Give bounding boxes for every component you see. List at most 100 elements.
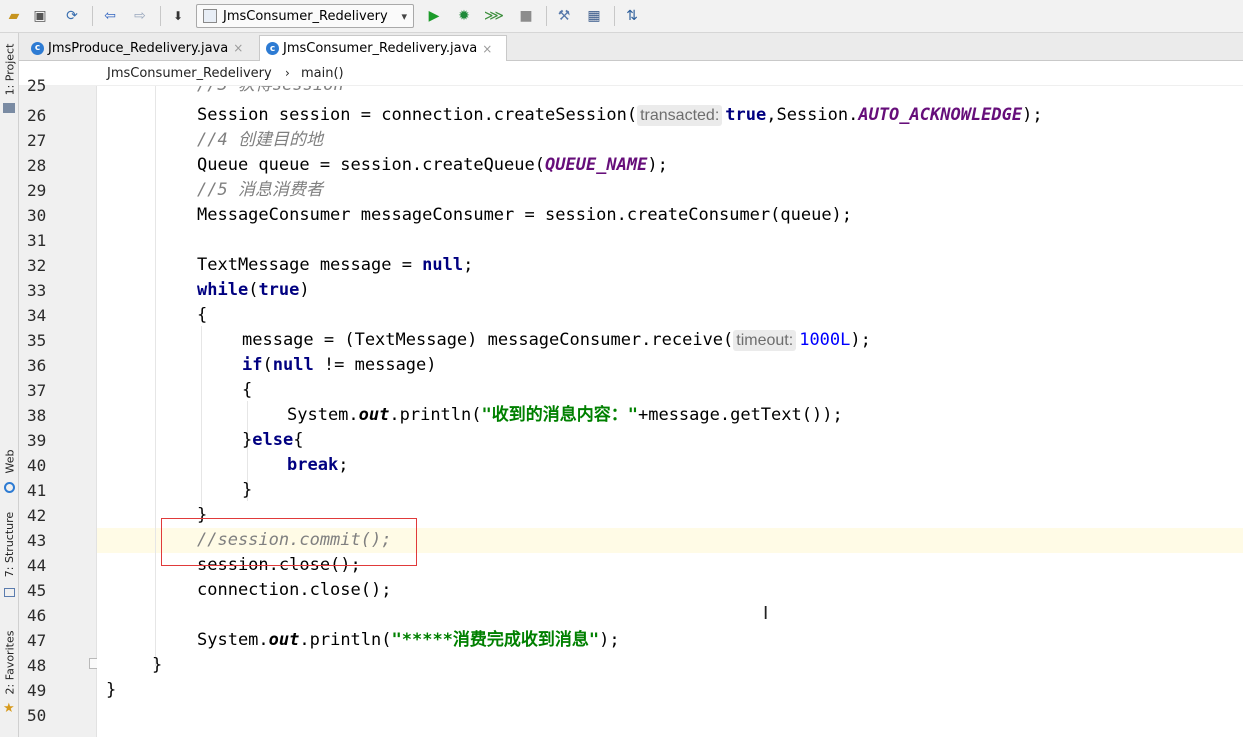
- project-tool-label: 1: Project: [3, 43, 16, 95]
- code-text: {: [242, 380, 253, 400]
- code-editor[interactable]: //3 获得session Session session = connecti…: [97, 86, 1243, 737]
- close-icon[interactable]: ×: [233, 41, 243, 55]
- close-icon[interactable]: ×: [482, 42, 492, 56]
- sync-icon[interactable]: ⟳: [62, 6, 82, 26]
- line-number: 42: [27, 506, 47, 525]
- indent-guide: [201, 326, 202, 506]
- code-text: .println(: [299, 630, 392, 650]
- code-text: message = (TextMessage) messageConsumer.…: [242, 330, 734, 350]
- sdk-icon[interactable]: ▦: [584, 6, 604, 26]
- code-text: .println(: [389, 405, 482, 425]
- line-number: 40: [27, 456, 47, 475]
- code-keyword: if: [242, 355, 263, 375]
- tab-label: JmsConsumer_Redelivery.java: [283, 41, 478, 56]
- line-number: 44: [27, 556, 47, 575]
- code-keyword: else: [252, 430, 294, 450]
- code-string: "*****消费完成收到消息": [391, 630, 600, 650]
- project-tool-button[interactable]: 1: Project: [0, 41, 19, 97]
- line-number-current: 43: [27, 531, 47, 550]
- open-folder-icon[interactable]: ▰: [4, 6, 24, 26]
- debug-icon[interactable]: ✹: [454, 6, 474, 26]
- code-text: ;: [338, 455, 349, 475]
- code-text: ;: [463, 255, 474, 275]
- code-line: Session session = connection.createSessi…: [197, 103, 1043, 128]
- line-number: 32: [27, 256, 47, 275]
- code-text: System.: [197, 630, 269, 650]
- build-icon[interactable]: ⬇: [168, 6, 188, 26]
- editor-tab-bar: c JmsProduce_Redelivery.java × c JmsCons…: [19, 33, 1243, 61]
- code-line: TextMessage message = null;: [197, 253, 473, 278]
- line-number: 46: [27, 606, 47, 625]
- breadcrumb-class[interactable]: JmsConsumer_Redelivery: [107, 66, 272, 81]
- vcs-icon[interactable]: ⇅: [622, 6, 642, 26]
- code-line: while(true): [197, 278, 310, 303]
- code-constant: AUTO_ACKNOWLEDGE: [858, 105, 1023, 125]
- code-line: }: [242, 478, 252, 503]
- code-text: );: [647, 155, 668, 175]
- run-configuration-select[interactable]: JmsConsumer_Redelivery ▾: [196, 4, 414, 28]
- code-comment: //4 创建目的地: [197, 130, 323, 150]
- code-text: {: [293, 430, 304, 450]
- breadcrumb: JmsConsumer_Redelivery › main(): [19, 61, 1243, 86]
- code-keyword: break: [287, 455, 339, 475]
- line-number: 39: [27, 431, 47, 450]
- tab-jmsconsumer[interactable]: c JmsConsumer_Redelivery.java ×: [259, 35, 507, 61]
- code-line: //4 创建目的地: [197, 128, 323, 153]
- stop-icon[interactable]: ■: [516, 6, 536, 26]
- line-number: 36: [27, 356, 47, 375]
- code-text: ,Session.: [766, 105, 859, 125]
- code-static-field: out: [268, 630, 300, 650]
- code-constant: QUEUE_NAME: [545, 155, 648, 175]
- code-text: }: [106, 680, 117, 700]
- code-keyword: null: [422, 255, 464, 275]
- java-class-icon: c: [31, 41, 44, 55]
- coverage-icon[interactable]: ⋙: [484, 6, 504, 26]
- project-icon: [3, 103, 15, 113]
- code-text: }: [242, 480, 253, 500]
- line-number: 26: [27, 106, 47, 125]
- tab-jmsproduce[interactable]: c JmsProduce_Redelivery.java ×: [25, 35, 257, 61]
- main-toolbar: ▰ ▣ ⟳ ⇦ ⇨ ⬇ JmsConsumer_Redelivery ▾ ▶ ✹…: [0, 0, 1243, 33]
- web-tool-button[interactable]: Web: [0, 441, 19, 481]
- line-number: 29: [27, 181, 47, 200]
- favorites-tool-label: 2: Favorites: [3, 630, 17, 694]
- code-comment: //5 消息消费者: [197, 180, 323, 200]
- back-icon[interactable]: ⇦: [100, 6, 120, 26]
- code-keyword: true: [725, 105, 767, 125]
- line-number: 28: [27, 156, 47, 175]
- line-number: 31: [27, 231, 47, 250]
- code-text: }: [152, 655, 163, 675]
- code-line: }: [106, 678, 116, 703]
- code-line: MessageConsumer messageConsumer = sessio…: [197, 203, 852, 228]
- code-text: (: [248, 280, 259, 300]
- code-line: Queue queue = session.createQueue(QUEUE_…: [197, 153, 668, 178]
- code-string: "收到的消息内容：": [481, 405, 638, 425]
- breadcrumb-method[interactable]: main(): [301, 66, 344, 81]
- code-line: //3 获得session: [197, 86, 344, 98]
- application-config-icon: [203, 9, 217, 23]
- run-icon[interactable]: ▶: [424, 6, 444, 26]
- tab-label: JmsProduce_Redelivery.java: [48, 40, 229, 56]
- run-configuration-label: JmsConsumer_Redelivery: [223, 8, 388, 24]
- forward-icon[interactable]: ⇨: [130, 6, 150, 26]
- code-text: != message): [313, 355, 437, 375]
- web-icon: [4, 482, 15, 493]
- project-structure-icon[interactable]: ⚒: [554, 6, 574, 26]
- code-text: Session session = connection.createSessi…: [197, 105, 638, 125]
- code-text: TextMessage message =: [197, 255, 423, 275]
- save-icon[interactable]: ▣: [30, 6, 50, 26]
- structure-tool-button[interactable]: 7: Structure: [0, 509, 19, 579]
- code-text: Queue queue = session.createQueue(: [197, 155, 545, 175]
- indent-guide: [155, 86, 156, 666]
- code-number: 1000L: [799, 330, 851, 350]
- line-number: 33: [27, 281, 47, 300]
- code-line: }else{: [242, 428, 303, 453]
- parameter-hint: transacted:: [637, 105, 723, 126]
- code-text: );: [1022, 105, 1043, 125]
- code-line: System.out.println("*****消费完成收到消息");: [197, 628, 620, 653]
- line-number: 35: [27, 331, 47, 350]
- line-number: 48: [27, 656, 47, 675]
- star-icon: ★: [3, 701, 15, 716]
- line-number: 41: [27, 481, 47, 500]
- favorites-tool-button[interactable]: 2: Favorites: [0, 623, 19, 701]
